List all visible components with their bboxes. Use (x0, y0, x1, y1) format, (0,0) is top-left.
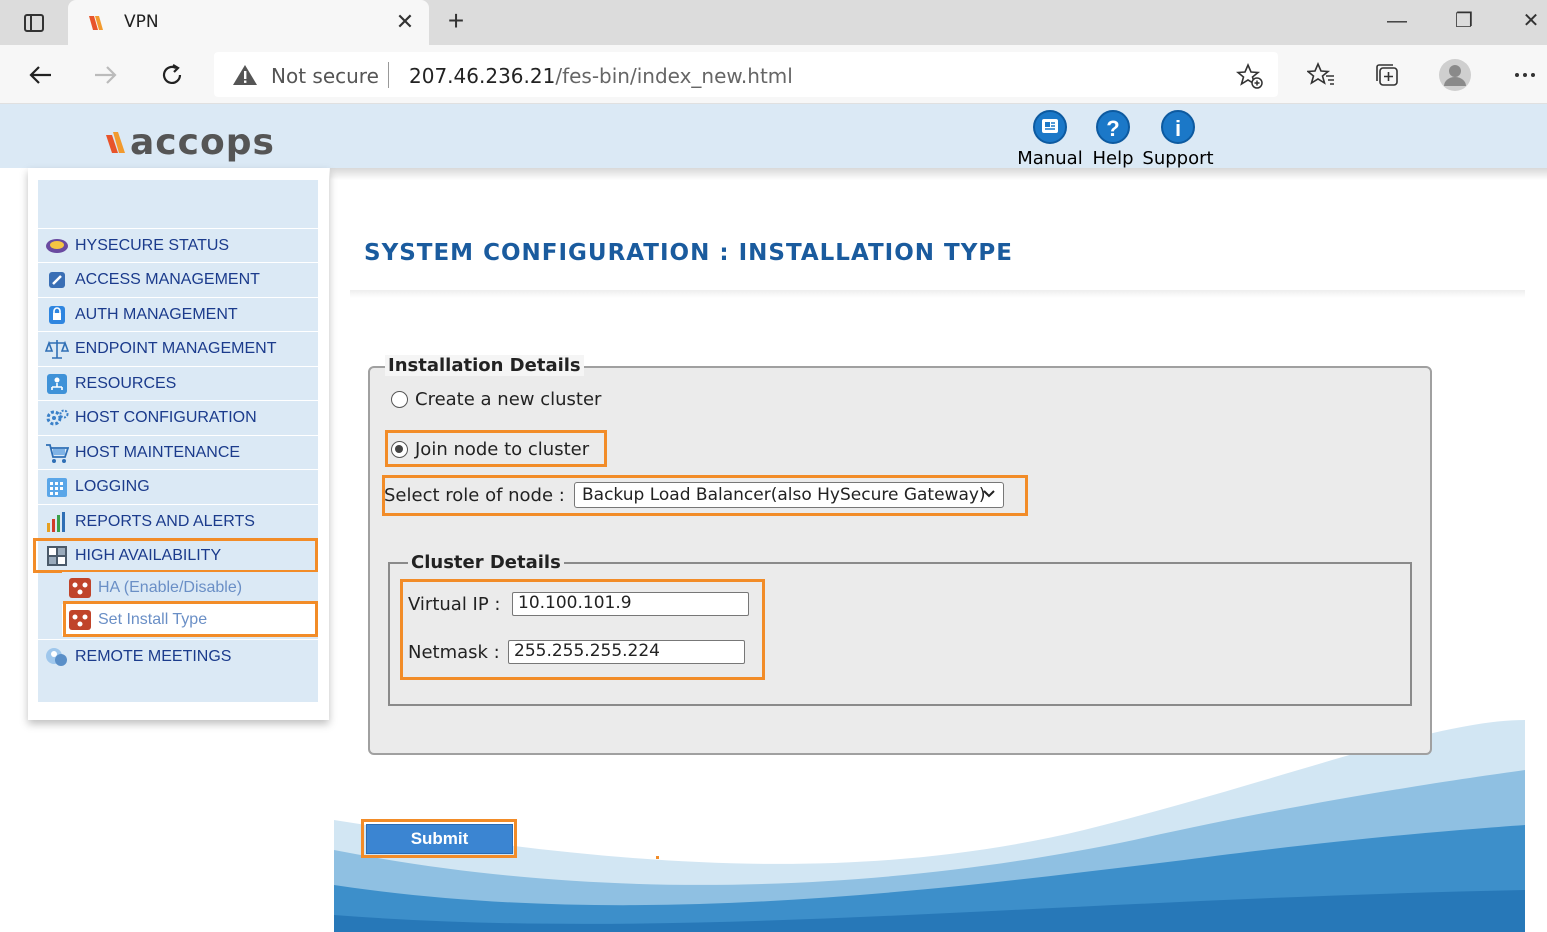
support-label: Support (1142, 148, 1214, 169)
sidebar-item-hysecure-status[interactable]: HYSECURE STATUS (38, 228, 318, 262)
accops-logo-icon (106, 132, 125, 153)
sidebar-item-access-management[interactable]: ACCESS MANAGEMENT (38, 262, 318, 296)
accops-logo: accops (104, 120, 275, 164)
sidebar-item-remote-meetings[interactable]: REMOTE MEETINGS (38, 639, 318, 673)
manual-icon (1033, 110, 1067, 144)
sidebar-item-host-configuration[interactable]: HOST CONFIGURATION (38, 400, 318, 434)
page-title: SYSTEM CONFIGURATION : INSTALLATION TYPE (364, 240, 1013, 266)
tab-actions-icon[interactable] (10, 8, 58, 38)
create-cluster-radio[interactable] (391, 391, 408, 408)
highlight-box (385, 430, 607, 467)
gear-icon (45, 407, 69, 429)
lock-icon (45, 304, 69, 326)
highlight-box (400, 579, 765, 680)
url-text[interactable]: 207.46.236.21/fes-bin/index_new.html (409, 64, 793, 88)
calendar-icon (45, 476, 69, 498)
sidebar-item-label: REPORTS AND ALERTS (75, 512, 255, 530)
title-divider (350, 290, 1525, 298)
browser-tab[interactable]: VPN ✕ (68, 0, 429, 45)
more-menu-icon[interactable] (1508, 58, 1542, 92)
sidebar-item-label: ENDPOINT MANAGEMENT (75, 339, 277, 357)
not-secure-label: Not secure (271, 64, 379, 88)
sidebar-item-label: ACCESS MANAGEMENT (75, 270, 260, 288)
address-bar[interactable]: Not secure 207.46.236.21/fes-bin/index_n… (214, 52, 1278, 97)
installation-details-legend: Installation Details (385, 355, 584, 376)
sidebar-item-label: HOST CONFIGURATION (75, 408, 257, 426)
cart-icon (45, 442, 69, 464)
forward-arrow-icon[interactable] (88, 57, 124, 93)
warning-icon[interactable] (232, 63, 258, 87)
help-icon: ? (1096, 110, 1130, 144)
tab-close-icon[interactable]: ✕ (393, 10, 417, 34)
accops-favicon-icon (86, 12, 106, 32)
sidebar-item-endpoint-management[interactable]: ENDPOINT MANAGEMENT (38, 331, 318, 365)
sidebar-item-host-maintenance[interactable]: HOST MAINTENANCE (38, 435, 318, 469)
url-path: /fes-bin/index_new.html (555, 64, 793, 88)
add-favorite-icon[interactable] (1235, 62, 1264, 90)
orange-dot (656, 856, 659, 859)
option-create-cluster[interactable]: Create a new cluster (391, 389, 601, 410)
collections-icon[interactable] (1370, 58, 1404, 92)
restore-button[interactable]: ❐ (1444, 6, 1484, 36)
sidebar-item-auth-management[interactable]: AUTH MANAGEMENT (38, 297, 318, 331)
sidebar-item-label: AUTH MANAGEMENT (75, 305, 238, 323)
highlight-box (382, 475, 1028, 516)
browser-toolbar: Not secure 207.46.236.21/fes-bin/index_n… (0, 45, 1547, 104)
minimize-button[interactable]: — (1377, 6, 1417, 36)
network-icon (45, 373, 69, 395)
highlight-box (361, 819, 517, 858)
back-arrow-icon[interactable] (22, 57, 58, 93)
create-cluster-label: Create a new cluster (415, 389, 602, 410)
scales-icon (45, 338, 69, 360)
bar-chart-icon (45, 511, 69, 533)
reload-icon[interactable] (154, 57, 190, 93)
tab-title: VPN (124, 12, 159, 32)
info-icon: i (1161, 110, 1195, 144)
sidebar-item-label: HYSECURE STATUS (75, 236, 230, 254)
manual-link[interactable]: Manual (1016, 110, 1084, 169)
url-host: 207.46.236.21 (409, 64, 556, 88)
sidebar-item-resources[interactable]: RESOURCES (38, 366, 318, 400)
highlight-box (33, 538, 318, 573)
status-icon (45, 235, 69, 257)
browser-tab-bar: VPN ✕ + — ❐ ✕ (0, 0, 1547, 45)
help-link[interactable]: ? Help (1088, 110, 1138, 169)
sidebar-subitem-label: HA (Enable/Disable) (98, 579, 243, 596)
shield-icon (45, 269, 69, 291)
address-separator (388, 62, 389, 88)
close-window-button[interactable]: ✕ (1511, 6, 1547, 36)
favorites-icon[interactable] (1304, 58, 1338, 92)
sidebar-item-logging[interactable]: LOGGING (38, 469, 318, 503)
highlight-box (63, 601, 318, 637)
profile-avatar-icon[interactable] (1438, 58, 1472, 92)
sidebar-item-label: RESOURCES (75, 374, 177, 392)
help-label: Help (1092, 148, 1134, 169)
cluster-details-legend: Cluster Details (408, 552, 564, 573)
support-link[interactable]: i Support (1140, 110, 1216, 169)
sidebar-item-label: REMOTE MEETINGS (75, 647, 232, 665)
sidebar-subitem-ha-enable-disable[interactable]: HA (Enable/Disable) (62, 572, 318, 604)
sidebar-item-label: LOGGING (75, 477, 150, 495)
manual-label: Manual (1017, 148, 1083, 169)
app-header: accops Manual ? Help i Support (0, 104, 1547, 169)
ha-icon (68, 577, 92, 599)
header-shadow (330, 168, 1547, 180)
meeting-icon (45, 646, 69, 668)
logo-text: accops (130, 121, 275, 163)
sidebar-item-label: HOST MAINTENANCE (75, 443, 241, 461)
sidebar-item-reports-and-alerts[interactable]: REPORTS AND ALERTS (38, 504, 318, 538)
new-tab-button[interactable]: + (440, 6, 472, 38)
